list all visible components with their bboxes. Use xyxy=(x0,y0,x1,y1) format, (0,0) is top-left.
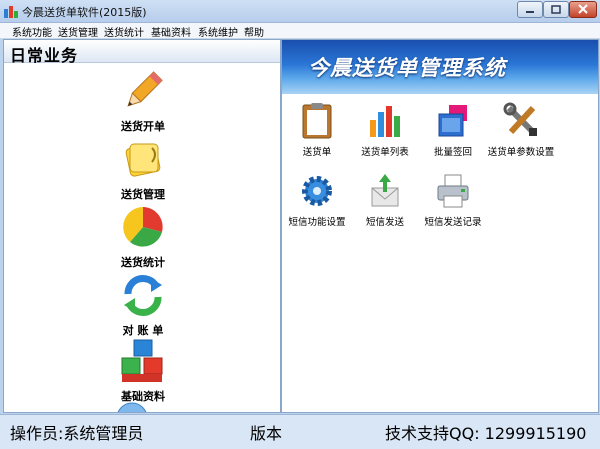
maximize-button[interactable] xyxy=(543,1,569,18)
windows-icon xyxy=(438,105,467,137)
title-bar: 今晨送货单软件(2015版) xyxy=(0,0,600,23)
status-bar: 操作员:系统管理员 版本 技术支持QQ: 1299915190 xyxy=(0,414,600,449)
close-icon xyxy=(578,4,588,14)
clipboard-icon xyxy=(302,103,332,139)
fn-batch-signback[interactable]: 批量签回 xyxy=(415,102,491,158)
fn-sms-log[interactable]: 短信发送记录 xyxy=(415,172,491,228)
fn-sms-settings[interactable]: 短信功能设置 xyxy=(282,172,355,228)
banner-title: 今晨送货单管理系统 xyxy=(308,56,506,80)
menu-system[interactable]: 系统功能 xyxy=(12,24,52,39)
biz-label-statement: 对 账 单 xyxy=(122,324,164,337)
blocks-icon xyxy=(121,339,163,382)
panel-header: 日常业务 xyxy=(4,40,280,65)
printer-icon xyxy=(437,174,469,208)
gear-icon xyxy=(302,176,332,206)
fn-delivery-list[interactable]: 送货单列表 xyxy=(347,102,423,158)
app-icon xyxy=(4,6,18,18)
biz-label-new-delivery: 送货开单 xyxy=(121,120,165,133)
version-status: 版本 xyxy=(250,424,283,443)
biz-item-delivery-stats[interactable]: 送货统计 xyxy=(108,204,178,270)
biz-label-delivery-management: 送货管理 xyxy=(121,188,165,201)
minimize-icon xyxy=(526,11,534,13)
fn-label-sms-send: 短信发送 xyxy=(365,217,404,228)
biz-item-statement[interactable]: 对 账 单 xyxy=(108,272,178,338)
menu-help[interactable]: 帮助 xyxy=(244,24,264,39)
biz-item-new-delivery[interactable]: 送货开单 xyxy=(108,68,178,134)
send-icon xyxy=(371,174,399,207)
fn-label-delivery-params: 送货单参数设置 xyxy=(487,147,555,158)
tools-icon xyxy=(503,102,537,136)
maximize-icon xyxy=(551,5,561,14)
refresh-icon xyxy=(124,274,162,317)
fn-delivery-note[interactable]: 送货单 xyxy=(282,102,355,158)
biz-label-delivery-stats: 送货统计 xyxy=(121,256,165,269)
biz-item-basic-data[interactable]: 基础资料 xyxy=(108,338,178,404)
notes-icon xyxy=(125,143,161,177)
fn-label-delivery-note: 送货单 xyxy=(302,147,332,158)
function-panel: 今晨送货单管理系统 送货单 送货单列表 批量签回 送货单参数设置 短信功能设置 … xyxy=(281,39,599,413)
biz-item-delivery-management[interactable]: 送货管理 xyxy=(108,136,178,202)
window-title: 今晨送货单软件(2015版) xyxy=(22,6,147,19)
close-button[interactable] xyxy=(569,1,597,18)
globe-icon[interactable] xyxy=(116,402,148,413)
minimize-button[interactable] xyxy=(517,1,543,18)
fn-label-sms-log: 短信发送记录 xyxy=(424,217,482,228)
daily-business-panel: 日常业务 送货开单 送货管理 送货统计 对 账 单 基础资料 xyxy=(3,39,281,413)
fn-sms-send[interactable]: 短信发送 xyxy=(347,172,423,228)
fn-label-delivery-list: 送货单列表 xyxy=(361,147,409,158)
system-banner: 今晨送货单管理系统 xyxy=(282,40,598,94)
support-status: 技术支持QQ: 1299915190 xyxy=(385,424,587,443)
fn-label-batch-signback: 批量签回 xyxy=(433,147,472,158)
menu-delivery-management[interactable]: 送货管理 xyxy=(58,24,98,39)
menu-delivery-stats[interactable]: 送货统计 xyxy=(104,24,144,39)
menu-basic-data[interactable]: 基础资料 xyxy=(151,24,191,39)
fn-delivery-params[interactable]: 送货单参数设置 xyxy=(483,102,559,158)
bar-chart-icon xyxy=(370,106,400,137)
menu-bar: 系统功能 送货管理 送货统计 基础资料 系统维护 帮助 xyxy=(0,23,600,39)
pie-chart-icon xyxy=(123,207,163,247)
menu-maintenance[interactable]: 系统维护 xyxy=(198,24,238,39)
operator-status: 操作员:系统管理员 xyxy=(10,424,144,443)
fn-label-sms-settings: 短信功能设置 xyxy=(288,217,346,228)
pencil-icon xyxy=(127,71,163,107)
panel-title: 日常业务 xyxy=(10,46,79,65)
